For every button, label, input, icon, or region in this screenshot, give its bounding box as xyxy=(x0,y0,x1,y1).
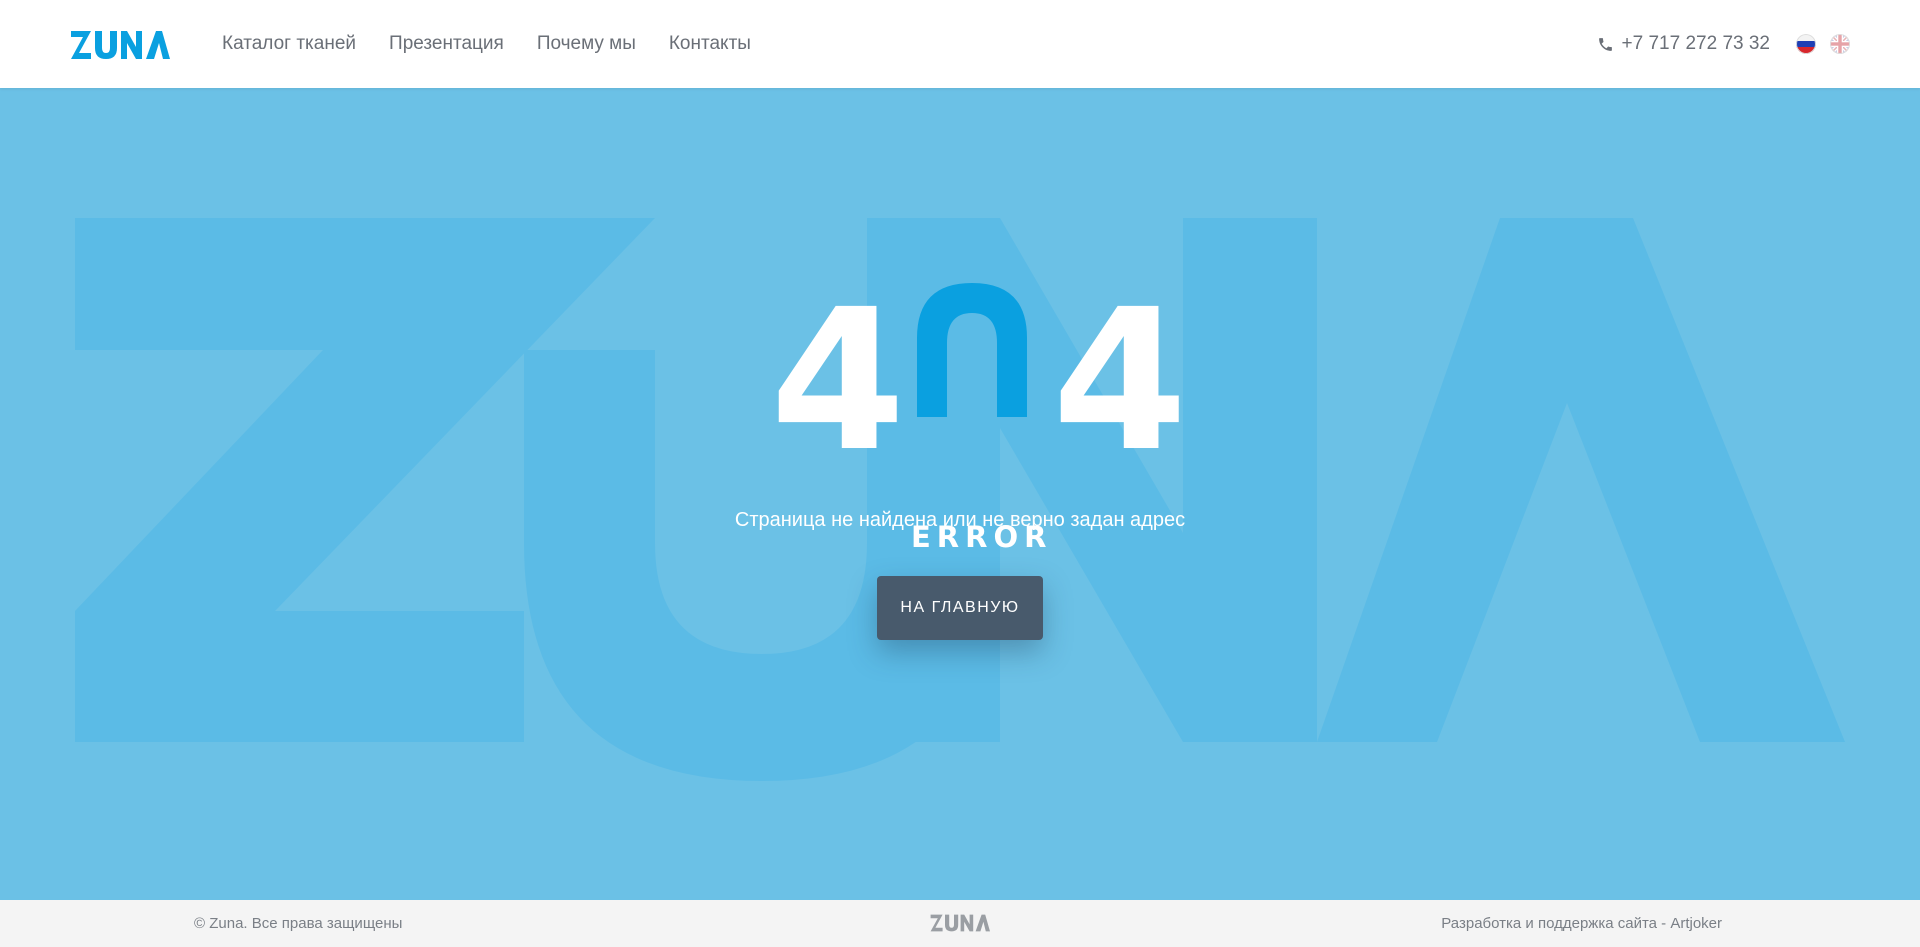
nav-why-us[interactable]: Почему мы xyxy=(537,33,636,55)
en-flag-icon[interactable] xyxy=(1830,34,1850,54)
developer-credit[interactable]: Разработка и поддержка сайта - Artjoker xyxy=(1441,900,1722,947)
language-switcher xyxy=(1796,34,1850,54)
nav-contacts[interactable]: Контакты xyxy=(669,33,751,55)
footer-zuna-logo[interactable] xyxy=(930,914,990,932)
nav-presentation[interactable]: Презентация xyxy=(389,33,504,55)
phone-number: +7 717 272 73 32 xyxy=(1621,33,1770,54)
error-arch-icon xyxy=(917,283,1027,417)
error-digit-right: 4 xyxy=(1052,267,1188,494)
error-hero: 4 4 ERROR Страница не найдена или не вер… xyxy=(0,88,1920,900)
site-footer: © Zuna. Все права защищены Разработка и … xyxy=(0,900,1920,947)
zuna-logo[interactable] xyxy=(70,30,170,60)
error-digit-left: 4 xyxy=(770,267,906,494)
phone-link[interactable]: +7 717 272 73 32 xyxy=(1597,0,1770,88)
ru-flag-icon[interactable] xyxy=(1796,34,1816,54)
main-nav: Каталог тканей Презентация Почему мы Кон… xyxy=(222,0,751,88)
error-message: Страница не найдена или не верно задан а… xyxy=(734,509,1186,531)
home-button[interactable]: НА ГЛАВНУЮ xyxy=(877,576,1043,640)
site-header: Каталог тканей Презентация Почему мы Кон… xyxy=(0,0,1920,88)
nav-catalog[interactable]: Каталог тканей xyxy=(222,33,356,55)
copyright-text: © Zuna. Все права защищены xyxy=(194,915,403,932)
phone-icon xyxy=(1598,37,1612,51)
